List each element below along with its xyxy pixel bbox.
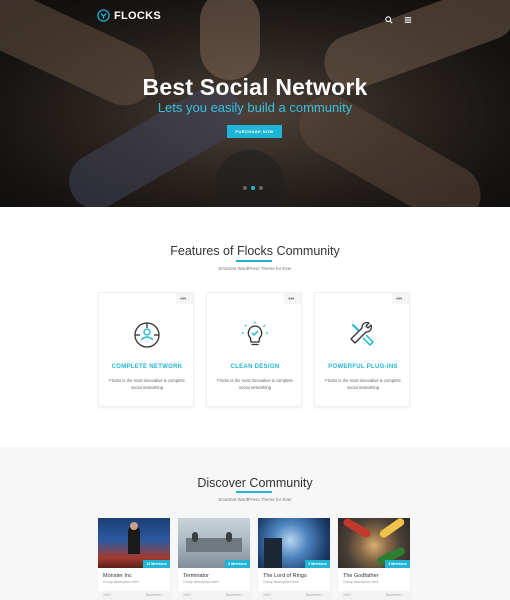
discover-title: Discover Community [197, 476, 313, 490]
more-options-icon[interactable]: ••• [288, 296, 294, 303]
member-count-badge: 5 Members [305, 560, 330, 568]
newsfeed-link[interactable]: Newsfeed → [386, 593, 405, 597]
feature-card[interactable]: ••• COMPLETE NETWORK Flocks is the most … [98, 292, 194, 407]
member-count-badge: 8 Members [225, 560, 250, 568]
group-description: Group description here [343, 580, 379, 584]
group-description: Group description here [103, 580, 139, 584]
group-footer: 2015 Newsfeed → [338, 591, 410, 600]
features-subtitle: Smartest WordPress Theme for Ever [218, 266, 292, 271]
newsfeed-link[interactable]: Newsfeed → [146, 593, 165, 597]
discover-subtitle: Smartest WordPress Theme for Ever [218, 497, 292, 502]
brand-name: FLOCKS [114, 9, 162, 22]
tools-icon [350, 321, 375, 347]
group-date: 2015 [183, 593, 191, 597]
features-title-accent: Flocks [236, 244, 274, 258]
group-footer: 2015 Newsfeed → [178, 591, 250, 600]
feature-title: POWERFUL PLUG-INS [328, 364, 398, 370]
group-name[interactable]: The Lord of Rings [263, 573, 307, 579]
more-options-icon[interactable]: ••• [396, 296, 402, 303]
group-card[interactable]: 8 Members Terminator Group description h… [178, 518, 250, 600]
header-actions [385, 11, 412, 24]
group-description: Group description here [183, 580, 219, 584]
feature-description: Flocks is the most innovative & complete… [109, 378, 185, 390]
purchase-now-button[interactable]: PURCHASE NOW [227, 125, 282, 138]
feature-description: Flocks is the most innovative & complete… [325, 378, 401, 390]
flocks-logo-icon [97, 9, 110, 22]
features-title-post: Community [273, 244, 340, 258]
slider-dot[interactable] [259, 186, 263, 190]
newsfeed-link[interactable]: Newsfeed → [306, 593, 325, 597]
lightbulb-icon [242, 321, 268, 346]
group-footer: 2015 Newsfeed → [258, 591, 330, 600]
feature-title: COMPLETE NETWORK [111, 364, 183, 370]
group-card[interactable]: 5 Members The Lord of Rings Group descri… [258, 518, 330, 600]
group-name[interactable]: Terminator [183, 573, 209, 579]
hero-subtitle: Lets you easily build a community [157, 100, 353, 115]
brand[interactable]: FLOCKS [97, 9, 161, 22]
more-options-icon[interactable]: ••• [180, 296, 186, 303]
features-title-pre: Features of [170, 244, 237, 258]
feature-description: Flocks is the most innovative & complete… [217, 378, 293, 390]
feature-card[interactable]: ••• CLEAN DESIGN Flocks is the most inno… [206, 292, 302, 407]
group-date: 2015 [343, 593, 351, 597]
hero-banner: FLOCKS Best Social Network Lets you easi… [0, 0, 510, 207]
slider-dot-active[interactable] [251, 186, 255, 190]
group-name[interactable]: The Godfather [343, 573, 378, 579]
newsfeed-link[interactable]: Newsfeed → [226, 593, 245, 597]
slider-dot[interactable] [243, 186, 247, 190]
feature-title: CLEAN DESIGN [230, 364, 280, 370]
member-count-badge: 12 Members [143, 560, 170, 568]
group-name[interactable]: Monster Inc [103, 573, 132, 579]
group-card[interactable]: 12 Members Monster Inc Group description… [98, 518, 170, 600]
member-count-badge: 4 Members [385, 560, 410, 568]
feature-card[interactable]: ••• POWERFUL PLUG-INS Flocks is the most… [314, 292, 410, 407]
group-date: 2015 [103, 593, 111, 597]
hero-title: Best Social Network [142, 74, 368, 100]
features-title: Features of Flocks Community [0, 244, 510, 258]
menu-icon[interactable] [404, 11, 412, 23]
slider-dots [243, 186, 263, 190]
group-card[interactable]: 4 Members The Godfather Group descriptio… [338, 518, 410, 600]
features-section: Features of Flocks Community Smartest Wo… [0, 207, 510, 447]
search-icon[interactable] [385, 11, 393, 24]
features-title-underline [236, 260, 272, 262]
network-icon [134, 322, 160, 348]
discover-section: Discover Community Smartest WordPress Th… [0, 447, 510, 600]
discover-title-underline [236, 491, 272, 493]
group-description: Group description here [263, 580, 299, 584]
group-date: 2015 [263, 593, 271, 597]
group-footer: 2015 Newsfeed → [98, 591, 170, 600]
